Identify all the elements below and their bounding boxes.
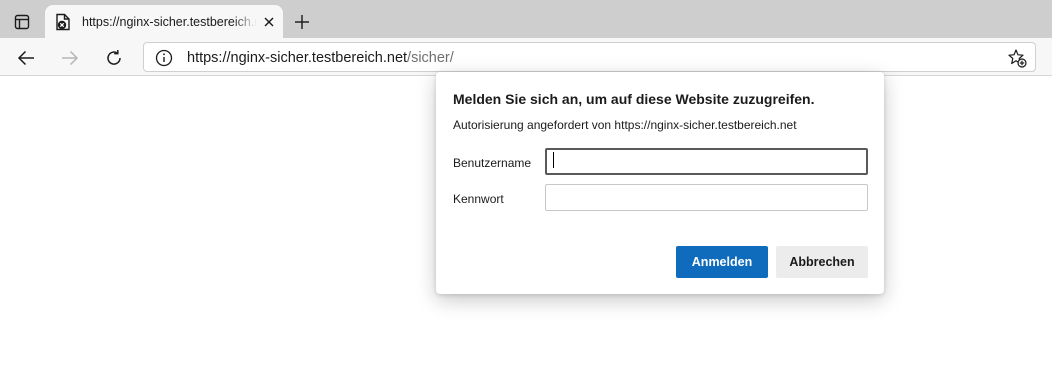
arrow-right-icon (62, 50, 79, 66)
tab-title: https://nginx-sicher.testbereich.net/sic… (82, 15, 257, 29)
tab-actions-icon[interactable] (8, 10, 36, 34)
text-caret (553, 152, 554, 168)
url-text: https://nginx-sicher.testbereich.net/sic… (187, 50, 454, 66)
password-label: Kennwort (453, 192, 504, 206)
forward-button[interactable] (58, 46, 82, 70)
close-icon[interactable] (261, 14, 277, 30)
username-field[interactable] (545, 148, 868, 175)
reload-icon (107, 50, 121, 65)
reload-button[interactable] (102, 46, 126, 70)
new-tab-button[interactable] (291, 11, 313, 33)
url-path: /sicher/ (407, 50, 454, 66)
document-lock-icon (55, 13, 71, 31)
address-bar[interactable]: https://nginx-sicher.testbereich.net/sic… (143, 42, 1036, 72)
arrow-left-icon (17, 50, 34, 66)
browser-toolbar: https://nginx-sicher.testbereich.net/sic… (0, 38, 1052, 76)
tab-strip: https://nginx-sicher.testbereich.net/sic… (0, 0, 1052, 39)
back-button[interactable] (14, 46, 38, 70)
plus-icon (295, 15, 309, 29)
auth-dialog: Melden Sie sich an, um auf diese Website… (436, 72, 884, 294)
dialog-title: Melden Sie sich an, um auf diese Website… (453, 91, 815, 107)
signin-button[interactable]: Anmelden (676, 246, 768, 278)
url-host: https://nginx-sicher.testbereich.net (187, 50, 408, 66)
dialog-subtitle: Autorisierung angefordert von https://ng… (453, 118, 797, 132)
username-label: Benutzername (453, 156, 532, 170)
password-field[interactable] (545, 184, 868, 211)
star-plus-icon[interactable] (1007, 48, 1027, 68)
info-icon[interactable] (154, 48, 174, 68)
cancel-button[interactable]: Abbrechen (776, 246, 868, 278)
browser-tab[interactable]: https://nginx-sicher.testbereich.net/sic… (45, 5, 283, 39)
